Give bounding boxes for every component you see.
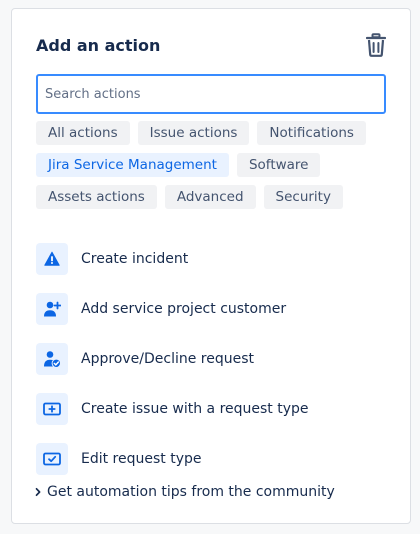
action-label: Create incident	[81, 251, 189, 267]
action-create-issue-with-request-type[interactable]: Create issue with a request type	[36, 384, 396, 434]
filter-chip-assets-actions[interactable]: Assets actions	[36, 185, 157, 209]
filter-chip-issue-actions[interactable]: Issue actions	[137, 121, 250, 145]
filter-chip-security[interactable]: Security	[263, 185, 343, 209]
chevron-right-icon	[32, 486, 44, 498]
action-edit-request-type[interactable]: Edit request type	[36, 434, 396, 484]
action-approve-decline-request[interactable]: Approve/Decline request	[36, 334, 396, 384]
filter-chips: All actions Issue actions Notifications …	[36, 121, 396, 209]
filter-chip-jira-service-management[interactable]: Jira Service Management	[36, 153, 229, 177]
filter-chip-advanced[interactable]: Advanced	[164, 185, 256, 209]
search-field[interactable]	[36, 74, 386, 114]
action-add-service-project-customer[interactable]: Add service project customer	[36, 284, 396, 334]
action-list: Create incident Add service project cust…	[36, 234, 396, 484]
add-action-panel: Add an action All actions Issue actions …	[11, 8, 411, 524]
action-create-incident[interactable]: Create incident	[36, 234, 396, 284]
warning-icon	[36, 243, 68, 275]
search-input[interactable]	[38, 76, 384, 112]
automation-tips-link[interactable]: Get automation tips from the community	[32, 482, 335, 502]
user-check-icon	[36, 343, 68, 375]
trash-icon[interactable]	[364, 33, 388, 57]
action-label: Approve/Decline request	[81, 351, 255, 367]
action-label: Add service project customer	[81, 301, 287, 317]
filter-chip-all-actions[interactable]: All actions	[36, 121, 130, 145]
panel-header: Add an action	[36, 33, 386, 57]
panel-title: Add an action	[36, 35, 161, 55]
add-request-icon	[36, 393, 68, 425]
edit-request-icon	[36, 443, 68, 475]
add-user-icon	[36, 293, 68, 325]
tips-label: Get automation tips from the community	[47, 484, 335, 500]
action-label: Create issue with a request type	[81, 401, 309, 417]
filter-chip-notifications[interactable]: Notifications	[257, 121, 366, 145]
filter-chip-software[interactable]: Software	[236, 153, 321, 177]
action-label: Edit request type	[81, 451, 202, 467]
